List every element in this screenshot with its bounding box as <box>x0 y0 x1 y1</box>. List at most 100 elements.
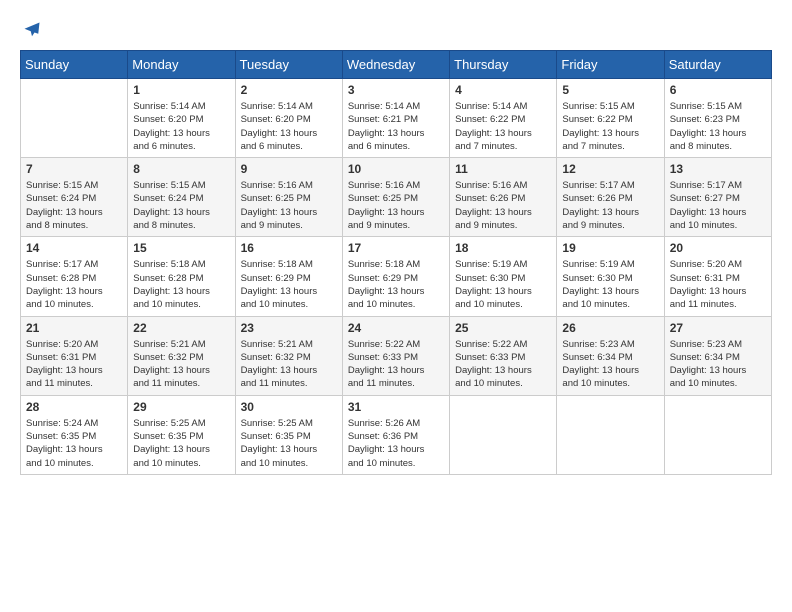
calendar-cell <box>557 395 664 474</box>
day-number: 7 <box>26 162 122 176</box>
day-number: 23 <box>241 321 337 335</box>
calendar-cell: 13Sunrise: 5:17 AM Sunset: 6:27 PM Dayli… <box>664 158 771 237</box>
day-info: Sunrise: 5:15 AM Sunset: 6:22 PM Dayligh… <box>562 100 658 153</box>
calendar-cell <box>21 79 128 158</box>
calendar-cell: 12 Sunrise: 5:17 AM Sunset: 6:26 PM Dayli… <box>557 158 664 237</box>
weekday-header-sunday: Sunday <box>21 51 128 79</box>
calendar-cell: 22Sunrise: 5:21 AM Sunset: 6:32 PM Dayli… <box>128 316 235 395</box>
calendar-cell: 20 Sunrise: 5:20 AM Sunset: 6:31 PM Dayli… <box>664 237 771 316</box>
day-number: 2 <box>241 83 337 97</box>
day-info: Sunrise: 5:19 AM Sunset: 6:30 PM Dayligh… <box>562 258 658 311</box>
day-number: 17 <box>348 241 444 255</box>
day-info: Sunrise: 5:15 AM Sunset: 6:24 PM Dayligh… <box>26 179 122 232</box>
day-info: Sunrise: 5:15 AM Sunset: 6:24 PM Dayligh… <box>133 179 229 232</box>
day-info: Sunrise: 5:17 AM Sunset: 6:28 PM Dayligh… <box>26 258 122 311</box>
day-number: 29 <box>133 400 229 414</box>
day-info: Sunrise: 5:25 AM Sunset: 6:35 PM Dayligh… <box>241 417 337 470</box>
weekday-header-thursday: Thursday <box>450 51 557 79</box>
day-info: Sunrise: 5:14 AM Sunset: 6:20 PM Dayligh… <box>241 100 337 153</box>
day-info: Sunrise: 5:18 AM Sunset: 6:29 PM Dayligh… <box>241 258 337 311</box>
calendar-week-row: 14 Sunrise: 5:17 AM Sunset: 6:28 PM Dayli… <box>21 237 772 316</box>
day-info: Sunrise: 5:25 AM Sunset: 6:35 PM Dayligh… <box>133 417 229 470</box>
day-number: 11 <box>455 162 551 176</box>
day-info: Sunrise: 5:22 AM Sunset: 6:33 PM Dayligh… <box>455 338 551 391</box>
day-info: Sunrise: 5:17 AM Sunset: 6:26 PM Dayligh… <box>562 179 658 232</box>
calendar-cell: 2 Sunrise: 5:14 AM Sunset: 6:20 PM Daylig… <box>235 79 342 158</box>
page-header <box>20 20 772 40</box>
day-number: 4 <box>455 83 551 97</box>
calendar-cell: 24 Sunrise: 5:22 AM Sunset: 6:33 PM Dayli… <box>342 316 449 395</box>
day-number: 27 <box>670 321 766 335</box>
day-number: 25 <box>455 321 551 335</box>
day-number: 12 <box>562 162 658 176</box>
day-info: Sunrise: 5:23 AM Sunset: 6:34 PM Dayligh… <box>670 338 766 391</box>
day-number: 26 <box>562 321 658 335</box>
calendar-cell: 25 Sunrise: 5:22 AM Sunset: 6:33 PM Dayli… <box>450 316 557 395</box>
day-info: Sunrise: 5:16 AM Sunset: 6:26 PM Dayligh… <box>455 179 551 232</box>
day-number: 1 <box>133 83 229 97</box>
calendar-table: SundayMondayTuesdayWednesdayThursdayFrid… <box>20 50 772 475</box>
calendar-cell: 14 Sunrise: 5:17 AM Sunset: 6:28 PM Dayli… <box>21 237 128 316</box>
calendar-cell: 26Sunrise: 5:23 AM Sunset: 6:34 PM Dayli… <box>557 316 664 395</box>
day-number: 18 <box>455 241 551 255</box>
day-number: 30 <box>241 400 337 414</box>
calendar-week-row: 7 Sunrise: 5:15 AM Sunset: 6:24 PM Daylig… <box>21 158 772 237</box>
calendar-cell: 23 Sunrise: 5:21 AM Sunset: 6:32 PM Dayli… <box>235 316 342 395</box>
day-info: Sunrise: 5:18 AM Sunset: 6:28 PM Dayligh… <box>133 258 229 311</box>
day-info: Sunrise: 5:19 AM Sunset: 6:30 PM Dayligh… <box>455 258 551 311</box>
weekday-header-friday: Friday <box>557 51 664 79</box>
day-number: 9 <box>241 162 337 176</box>
calendar-cell: 7 Sunrise: 5:15 AM Sunset: 6:24 PM Daylig… <box>21 158 128 237</box>
day-number: 22 <box>133 321 229 335</box>
calendar-cell: 3 Sunrise: 5:14 AM Sunset: 6:21 PM Daylig… <box>342 79 449 158</box>
day-number: 15 <box>133 241 229 255</box>
calendar-cell: 9 Sunrise: 5:16 AM Sunset: 6:25 PM Daylig… <box>235 158 342 237</box>
day-info: Sunrise: 5:20 AM Sunset: 6:31 PM Dayligh… <box>670 258 766 311</box>
logo <box>20 20 42 40</box>
calendar-cell <box>664 395 771 474</box>
calendar-cell: 28Sunrise: 5:24 AM Sunset: 6:35 PM Dayli… <box>21 395 128 474</box>
day-number: 3 <box>348 83 444 97</box>
day-info: Sunrise: 5:21 AM Sunset: 6:32 PM Dayligh… <box>241 338 337 391</box>
day-number: 21 <box>26 321 122 335</box>
calendar-week-row: 1 Sunrise: 5:14 AM Sunset: 6:20 PM Daylig… <box>21 79 772 158</box>
calendar-week-row: 28Sunrise: 5:24 AM Sunset: 6:35 PM Dayli… <box>21 395 772 474</box>
logo-bird-icon <box>22 20 42 40</box>
calendar-cell: 5Sunrise: 5:15 AM Sunset: 6:22 PM Daylig… <box>557 79 664 158</box>
day-info: Sunrise: 5:14 AM Sunset: 6:20 PM Dayligh… <box>133 100 229 153</box>
day-info: Sunrise: 5:15 AM Sunset: 6:23 PM Dayligh… <box>670 100 766 153</box>
calendar-cell: 19 Sunrise: 5:19 AM Sunset: 6:30 PM Dayli… <box>557 237 664 316</box>
calendar-week-row: 21 Sunrise: 5:20 AM Sunset: 6:31 PM Dayli… <box>21 316 772 395</box>
day-number: 16 <box>241 241 337 255</box>
day-number: 19 <box>562 241 658 255</box>
day-number: 10 <box>348 162 444 176</box>
day-info: Sunrise: 5:14 AM Sunset: 6:21 PM Dayligh… <box>348 100 444 153</box>
calendar-cell: 15 Sunrise: 5:18 AM Sunset: 6:28 PM Dayli… <box>128 237 235 316</box>
day-number: 31 <box>348 400 444 414</box>
day-number: 14 <box>26 241 122 255</box>
calendar-cell: 29 Sunrise: 5:25 AM Sunset: 6:35 PM Dayli… <box>128 395 235 474</box>
calendar-cell: 1 Sunrise: 5:14 AM Sunset: 6:20 PM Daylig… <box>128 79 235 158</box>
calendar-cell: 16 Sunrise: 5:18 AM Sunset: 6:29 PM Dayli… <box>235 237 342 316</box>
day-info: Sunrise: 5:14 AM Sunset: 6:22 PM Dayligh… <box>455 100 551 153</box>
calendar-cell: 17 Sunrise: 5:18 AM Sunset: 6:29 PM Dayli… <box>342 237 449 316</box>
calendar-header-row: SundayMondayTuesdayWednesdayThursdayFrid… <box>21 51 772 79</box>
day-info: Sunrise: 5:16 AM Sunset: 6:25 PM Dayligh… <box>348 179 444 232</box>
day-info: Sunrise: 5:22 AM Sunset: 6:33 PM Dayligh… <box>348 338 444 391</box>
calendar-cell: 6Sunrise: 5:15 AM Sunset: 6:23 PM Daylig… <box>664 79 771 158</box>
calendar-cell: 21 Sunrise: 5:20 AM Sunset: 6:31 PM Dayli… <box>21 316 128 395</box>
weekday-header-monday: Monday <box>128 51 235 79</box>
day-info: Sunrise: 5:24 AM Sunset: 6:35 PM Dayligh… <box>26 417 122 470</box>
weekday-header-saturday: Saturday <box>664 51 771 79</box>
day-number: 20 <box>670 241 766 255</box>
weekday-header-tuesday: Tuesday <box>235 51 342 79</box>
day-info: Sunrise: 5:20 AM Sunset: 6:31 PM Dayligh… <box>26 338 122 391</box>
day-info: Sunrise: 5:18 AM Sunset: 6:29 PM Dayligh… <box>348 258 444 311</box>
calendar-cell: 11 Sunrise: 5:16 AM Sunset: 6:26 PM Dayli… <box>450 158 557 237</box>
day-info: Sunrise: 5:16 AM Sunset: 6:25 PM Dayligh… <box>241 179 337 232</box>
day-number: 24 <box>348 321 444 335</box>
day-number: 13 <box>670 162 766 176</box>
calendar-cell: 8 Sunrise: 5:15 AM Sunset: 6:24 PM Daylig… <box>128 158 235 237</box>
day-number: 8 <box>133 162 229 176</box>
calendar-cell: 10 Sunrise: 5:16 AM Sunset: 6:25 PM Dayli… <box>342 158 449 237</box>
